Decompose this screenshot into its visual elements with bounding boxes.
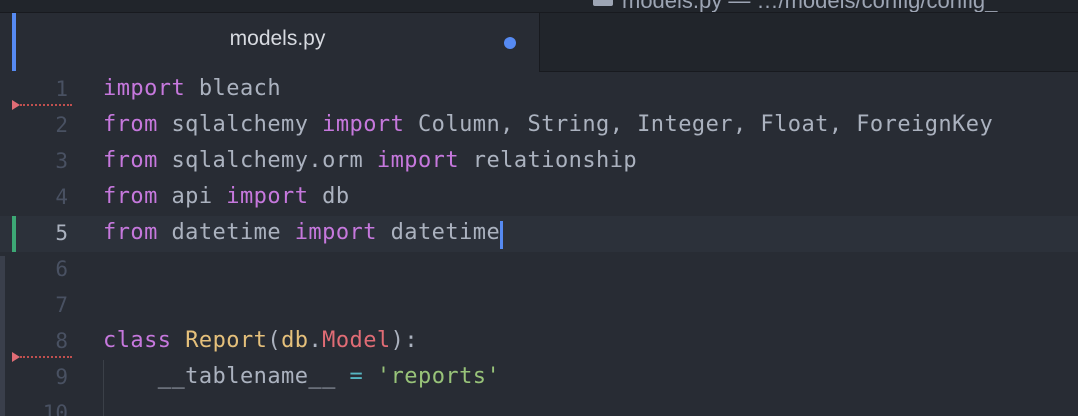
code-token: import [294, 220, 377, 245]
code-token: sqlalchemy.orm [157, 148, 377, 173]
code-token: from [103, 148, 158, 173]
line-number[interactable]: 10 [0, 401, 68, 416]
code-token: = [349, 364, 364, 389]
code-token: datetime [157, 220, 295, 245]
code-token: Column, String, Integer, Float, ForeignK… [404, 112, 994, 137]
code-token: ): [390, 328, 419, 353]
file-icon [593, 0, 613, 6]
code-line[interactable]: 7 [0, 288, 1078, 324]
tab-title[interactable]: models.py [0, 27, 555, 51]
code-text[interactable]: __tablename__ = 'reports' [103, 364, 500, 389]
code-token: Model [322, 328, 391, 353]
text-cursor [500, 221, 504, 249]
code-token: class [103, 328, 172, 353]
code-token: import [103, 76, 186, 101]
dotted-line [20, 104, 72, 106]
code-token: from [103, 184, 158, 209]
code-line[interactable]: 1 import bleach [0, 72, 1078, 108]
code-text[interactable]: class Report(db.Model): [103, 328, 418, 353]
code-token: datetime [376, 220, 501, 245]
line-number[interactable]: 8 [0, 329, 68, 353]
code-line[interactable]: 9 __tablename__ = 'reports' [0, 360, 1078, 396]
code-token: import [226, 184, 309, 209]
code-text[interactable]: from sqlalchemy.orm import relationship [103, 148, 637, 173]
code-line[interactable]: 5 from datetime import datetime [0, 216, 1078, 252]
line-number[interactable]: 3 [0, 149, 68, 173]
code-token: db [281, 328, 309, 353]
code-token: import [376, 148, 460, 173]
code-token: from [103, 112, 158, 137]
code-line[interactable]: 10 [0, 396, 1078, 416]
code-line[interactable]: 6 [0, 252, 1078, 288]
code-token: import [322, 112, 405, 137]
dotted-line [20, 356, 72, 358]
code-token: 'reports' [376, 364, 501, 389]
modified-dot-icon[interactable] [504, 37, 516, 49]
line-number[interactable]: 6 [0, 257, 68, 281]
code-token: db [308, 184, 350, 209]
code-text[interactable]: import bleach [103, 76, 281, 101]
code-editor[interactable]: 1 import bleach 2 from sqlalchemy import Co… [0, 72, 1078, 416]
code-token: from [103, 220, 158, 245]
scrollbar[interactable] [0, 256, 5, 416]
window-title: models.py — …/models/config/config_ [622, 0, 998, 13]
code-token: api [157, 184, 227, 209]
code-token: Report [185, 328, 268, 353]
tab-bar: models.py [0, 13, 1078, 72]
title-bar: models.py — …/models/config/config_ [0, 0, 1078, 13]
line-number[interactable]: 7 [0, 293, 68, 317]
code-token: ( [267, 328, 282, 353]
code-token: relationship [459, 148, 638, 173]
indent-guide [103, 360, 104, 416]
code-token: bleach [185, 76, 282, 101]
line-number[interactable]: 4 [0, 185, 68, 209]
line-number[interactable]: 5 [0, 221, 68, 245]
line-number[interactable]: 1 [0, 77, 68, 101]
tab-models-py[interactable]: models.py [0, 13, 540, 72]
code-line[interactable]: 3 from sqlalchemy.orm import relationship [0, 144, 1078, 180]
code-line[interactable]: 2 from sqlalchemy import Column, String, … [0, 108, 1078, 144]
code-text[interactable]: from api import db [103, 184, 350, 209]
code-line[interactable]: 8 class Report(db.Model): [0, 324, 1078, 360]
code-token: . [308, 328, 323, 353]
line-number[interactable]: 9 [0, 365, 68, 389]
code-token: sqlalchemy [157, 112, 323, 137]
code-token: __tablename__ [103, 364, 350, 389]
editor-window: models.py — …/models/config/config_ mode… [0, 0, 1078, 416]
code-line[interactable]: 4 from api import db [0, 180, 1078, 216]
code-text[interactable]: from datetime import datetime [103, 220, 504, 249]
line-number[interactable]: 2 [0, 113, 68, 137]
code-text[interactable]: from sqlalchemy import Column, String, I… [103, 112, 993, 137]
